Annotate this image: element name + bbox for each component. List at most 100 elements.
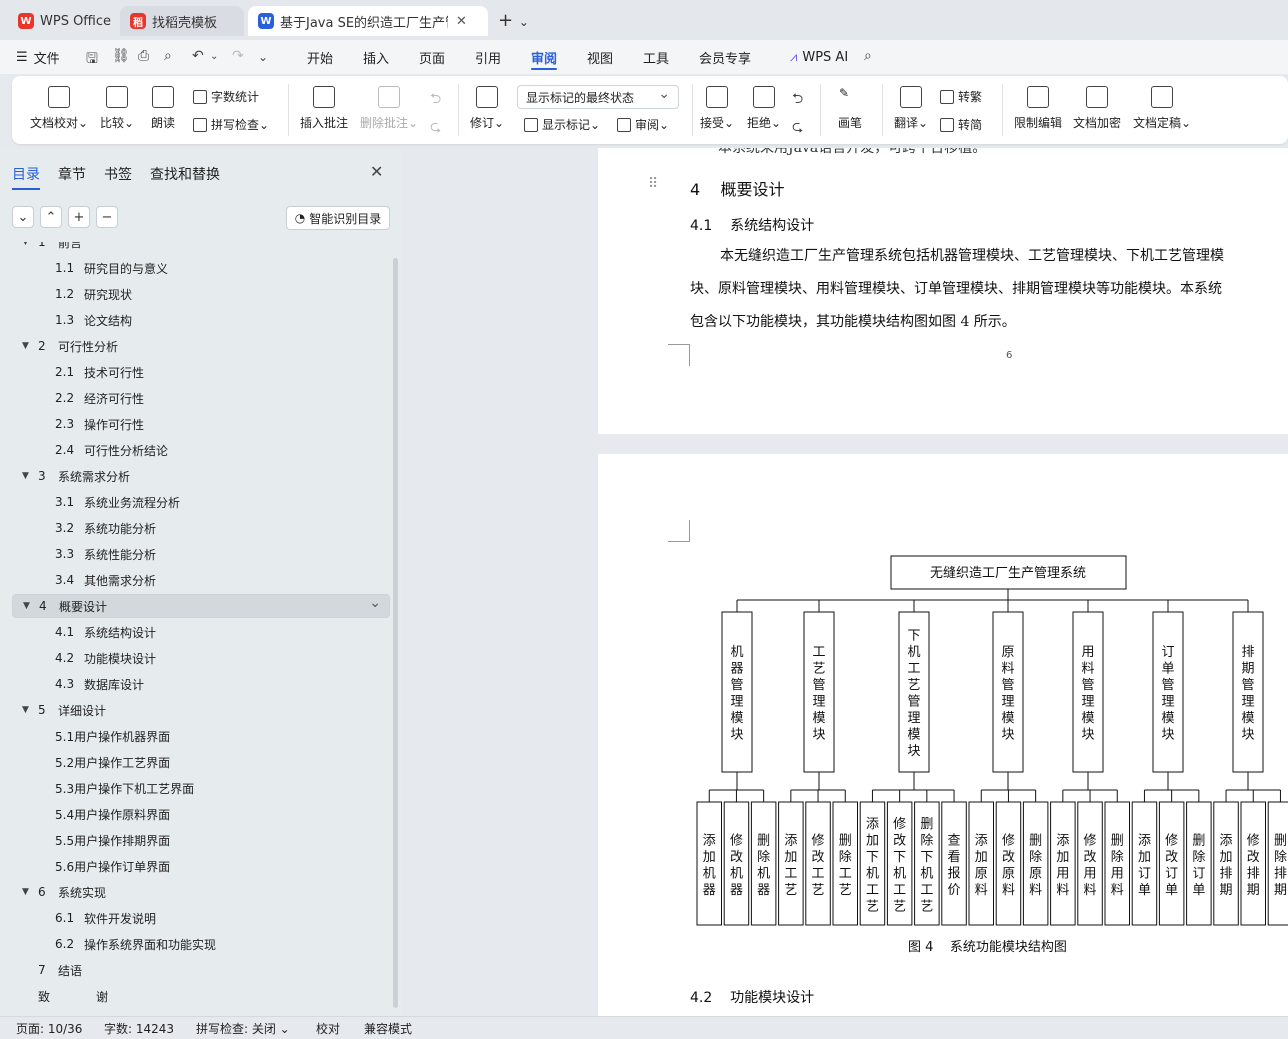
toc-item[interactable]: 5.5用户操作排期界面 bbox=[55, 828, 170, 852]
toc-item[interactable]: 5.4用户操作原料界面 bbox=[55, 802, 170, 826]
compare-button[interactable]: 比较⌄ bbox=[100, 86, 134, 131]
toc-item[interactable]: 6.1 软件开发说明 bbox=[55, 906, 156, 930]
reject-button[interactable]: 拒绝⌄ bbox=[747, 86, 781, 131]
toc-item[interactable]: 2.2 经济可行性 bbox=[55, 386, 144, 410]
tab-chapters[interactable]: 章节 bbox=[58, 164, 86, 184]
link-icon[interactable]: ⛓ bbox=[112, 48, 130, 64]
to-traditional-button[interactable]: 转繁 bbox=[940, 88, 982, 105]
toc-item[interactable]: 2.4 可行性分析结论 bbox=[55, 438, 168, 462]
collapse-all-button[interactable]: ⌄ bbox=[12, 206, 34, 228]
next-comment-icon[interactable]: ⮎ bbox=[430, 116, 441, 140]
tab-document[interactable]: W 基于Java SE的织造工厂生产管 ✕ bbox=[248, 6, 488, 36]
file-menu[interactable]: ☰ 文件 bbox=[16, 40, 60, 74]
close-panel-icon[interactable]: ✕ bbox=[370, 162, 383, 181]
toc-item[interactable]: 3.4 其他需求分析 bbox=[55, 568, 156, 592]
menu-start[interactable]: 开始 bbox=[307, 40, 333, 74]
menu-page[interactable]: 页面 bbox=[419, 40, 445, 74]
translate-button[interactable]: 翻译⌄ bbox=[894, 86, 928, 131]
prev-change-icon[interactable]: ⮌ bbox=[792, 88, 803, 112]
review-pane-button[interactable]: 审阅 ⌄ bbox=[617, 116, 669, 133]
remove-heading-button[interactable]: − bbox=[96, 206, 118, 228]
to-simplified-button[interactable]: 转简 bbox=[940, 116, 982, 133]
toc-item[interactable]: 5.3用户操作下机工艺界面 bbox=[55, 776, 194, 800]
wps-ai-button[interactable]: ⩘ WPS AI bbox=[790, 40, 848, 74]
save-icon[interactable]: 🖫 bbox=[86, 48, 98, 72]
markup-state-select[interactable]: 显示标记的最终状态 bbox=[517, 85, 679, 109]
tab-toc[interactable]: 目录 bbox=[12, 164, 40, 190]
toc-item[interactable]: 5.6用户操作订单界面 bbox=[55, 854, 170, 878]
print-preview-icon[interactable]: ⌕ bbox=[164, 48, 172, 64]
toc-scrollbar[interactable] bbox=[393, 258, 398, 1008]
expand-arrow-icon[interactable]: ▼ bbox=[22, 705, 29, 715]
print-icon[interactable]: ⎙ bbox=[138, 48, 149, 64]
toc-item[interactable]: 3.1 系统业务流程分析 bbox=[55, 490, 180, 514]
add-heading-button[interactable]: + bbox=[68, 206, 90, 228]
restrict-edit-button[interactable]: 限制编辑 bbox=[1014, 86, 1062, 131]
show-markup-button[interactable]: 显示标记 ⌄ bbox=[524, 116, 600, 133]
next-change-icon[interactable]: ⮎ bbox=[792, 116, 803, 140]
undo-dropdown-icon[interactable]: ⌄ bbox=[210, 51, 218, 62]
toc-item[interactable]: ▼ 3 系统需求分析 bbox=[22, 464, 130, 488]
expand-arrow-icon[interactable]: ▼ bbox=[22, 242, 29, 247]
menu-tools[interactable]: 工具 bbox=[643, 40, 669, 74]
word-count-button[interactable]: 字数统计 bbox=[193, 88, 259, 105]
menu-insert[interactable]: 插入 bbox=[363, 40, 389, 74]
toc-item[interactable]: 4.3 数据库设计 bbox=[55, 672, 144, 696]
drag-handle-icon[interactable]: ⠿ bbox=[648, 176, 658, 192]
toc-item[interactable]: ▼ 5 详细设计 bbox=[22, 698, 106, 722]
toc-item[interactable]: 4.2 功能模块设计 bbox=[55, 646, 156, 670]
toc-item[interactable]: 6.2 操作系统界面和功能实现 bbox=[55, 932, 216, 956]
menu-view[interactable]: 视图 bbox=[587, 40, 613, 74]
toc-item[interactable]: ▼ 1 前言 bbox=[22, 242, 82, 254]
doc-check-button[interactable]: 文档校对⌄ bbox=[30, 86, 88, 131]
menu-review[interactable]: 审阅 bbox=[531, 40, 558, 74]
toc-item[interactable]: 4.1 系统结构设计 bbox=[55, 620, 156, 644]
finalize-doc-button[interactable]: 文档定稿⌄ bbox=[1133, 86, 1191, 131]
prev-comment-icon[interactable]: ⮌ bbox=[430, 88, 441, 112]
tab-docer[interactable]: 稻 找稻壳模板 bbox=[120, 6, 244, 36]
tab-bookmarks[interactable]: 书签 bbox=[104, 164, 132, 184]
toc-item[interactable]: 2.1 技术可行性 bbox=[55, 360, 144, 384]
word-count-indicator[interactable]: 字数: 14243 bbox=[104, 1020, 174, 1037]
toc-item[interactable]: 5.1用户操作机器界面 bbox=[55, 724, 170, 748]
tab-wps-office[interactable]: W WPS Office bbox=[8, 6, 116, 36]
more-dropdown-icon[interactable]: ⌄ bbox=[258, 50, 268, 64]
expand-arrow-icon[interactable]: ▼ bbox=[22, 471, 29, 481]
insert-comment-button[interactable]: 插入批注 bbox=[300, 86, 348, 131]
expand-level-button[interactable]: ⌃ bbox=[40, 206, 62, 228]
read-aloud-button[interactable]: 朗读 bbox=[151, 86, 175, 131]
spell-check-indicator[interactable]: 拼写检查: 关闭 ⌄ bbox=[196, 1020, 290, 1037]
expand-arrow-icon[interactable]: ▼ bbox=[22, 887, 29, 897]
search-icon[interactable]: ⌕ bbox=[864, 48, 872, 64]
toc-item[interactable]: 致谢 bbox=[38, 984, 108, 1008]
toc-item[interactable]: 3.3 系统性能分析 bbox=[55, 542, 156, 566]
proofread-indicator[interactable]: 校对 bbox=[316, 1020, 340, 1037]
track-changes-button[interactable]: 修订⌄ bbox=[470, 86, 504, 131]
close-tab-icon[interactable]: ✕ bbox=[456, 14, 467, 29]
spell-check-button[interactable]: 拼写检查 ⌄ bbox=[193, 116, 269, 133]
undo-icon[interactable]: ↶ bbox=[192, 48, 204, 64]
menu-member[interactable]: 会员专享 bbox=[699, 40, 751, 74]
page-indicator[interactable]: 页面: 10/36 bbox=[16, 1020, 82, 1037]
toc-item[interactable]: ▼ 4 概要设计 bbox=[12, 594, 390, 618]
toc-item[interactable]: 1.1 研究目的与意义 bbox=[55, 256, 168, 280]
toc-item[interactable]: 5.2用户操作工艺界面 bbox=[55, 750, 170, 774]
menu-reference[interactable]: 引用 bbox=[475, 40, 501, 74]
expand-arrow-icon[interactable]: ▼ bbox=[22, 341, 29, 351]
pen-button[interactable]: ✎ 画笔 bbox=[838, 86, 862, 131]
tab-find-replace[interactable]: 查找和替换 bbox=[150, 164, 220, 184]
new-tab-plus-icon[interactable]: + ⌄ bbox=[498, 10, 529, 31]
smart-toc-button[interactable]: ◔ 智能识别目录 bbox=[286, 206, 390, 230]
toc-item[interactable]: 7 结语 bbox=[38, 958, 82, 982]
delete-comment-button[interactable]: 删除批注⌄ bbox=[360, 86, 418, 131]
accept-button[interactable]: 接受⌄ bbox=[700, 86, 734, 131]
redo-icon[interactable]: ↷ bbox=[232, 48, 244, 64]
expand-arrow-icon[interactable]: ▼ bbox=[23, 601, 30, 611]
encrypt-doc-button[interactable]: 文档加密 bbox=[1073, 86, 1121, 131]
toc-item[interactable]: 3.2 系统功能分析 bbox=[55, 516, 156, 540]
toc-item[interactable]: ▼ 2 可行性分析 bbox=[22, 334, 118, 358]
toc-item[interactable]: ▼ 6 系统实现 bbox=[22, 880, 106, 904]
toc-item[interactable]: 2.3 操作可行性 bbox=[55, 412, 144, 436]
toc-item[interactable]: 1.2 研究现状 bbox=[55, 282, 132, 306]
toc-item[interactable]: 1.3 论文结构 bbox=[55, 308, 132, 332]
